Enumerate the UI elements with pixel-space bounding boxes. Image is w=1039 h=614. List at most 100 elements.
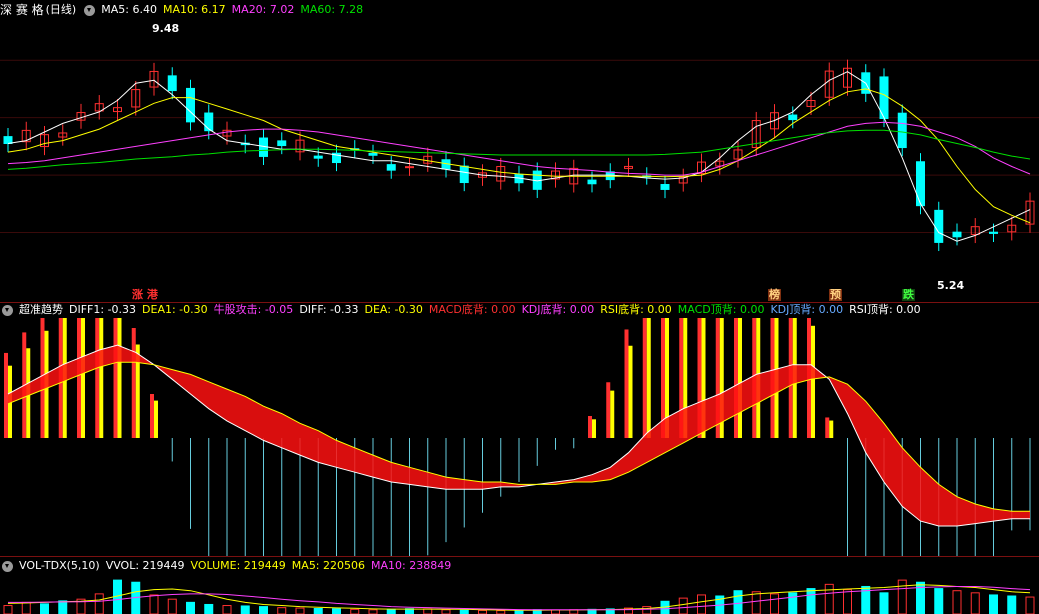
panel-separator (0, 556, 1039, 557)
volume-bar (58, 600, 68, 614)
volume-bar (386, 608, 396, 614)
macd-value-5: MACD底背: 0.00 (428, 303, 516, 316)
volume-bar (514, 609, 524, 614)
signal-zhang-gang: 涨 港 (132, 288, 158, 301)
macd-chart[interactable] (0, 318, 1039, 556)
macd-bar (131, 328, 136, 438)
volume-bar (989, 594, 998, 614)
macd-title[interactable]: 超准趋势 (19, 303, 63, 317)
macd-value-0: DIFF1: -0.33 (69, 303, 137, 316)
candle-body (916, 161, 925, 207)
macd-value-9: KDJ顶背: 0.00 (770, 303, 844, 316)
macd-bar (829, 420, 834, 438)
macd-value-4: DEA: -0.30 (364, 303, 423, 316)
candle-body (989, 231, 998, 234)
volume-bar (824, 583, 834, 614)
macd-bar (150, 394, 154, 438)
signal-yu: 预 (829, 288, 842, 301)
macd-value-7: RSI底背: 0.00 (600, 303, 672, 316)
macd-bar (738, 318, 742, 438)
candle-body (186, 87, 195, 123)
volume-bar (952, 590, 962, 614)
volume-bar (240, 605, 250, 614)
volume-bar (423, 608, 433, 614)
volume-bar (3, 605, 13, 614)
candle-body (897, 112, 907, 149)
volume-bar (478, 609, 487, 614)
volume-bar (295, 607, 305, 614)
volume-bar (770, 593, 779, 614)
ma-line-ma5 (7, 71, 1031, 242)
macd-bar (592, 419, 596, 438)
volume-bar (551, 609, 560, 614)
volume-bar (678, 597, 688, 614)
candle-body (788, 114, 798, 121)
macd-bar (95, 318, 100, 438)
macd-bar (811, 325, 815, 438)
macd-bar (610, 390, 615, 438)
volume-bar (806, 588, 816, 614)
volume-chart[interactable] (0, 576, 1039, 614)
macd-bar (624, 329, 629, 438)
macd-bar (734, 318, 738, 438)
vol-value-2: MA5: 220506 (291, 559, 366, 572)
volume-bar (733, 590, 743, 614)
macd-bar (628, 345, 633, 438)
low-price-label: 5.24 (937, 279, 965, 292)
macd-legend: DIFF1: -0.33 DEA1: -0.30 牛股攻击: -0.05 DIFF: … (69, 303, 921, 317)
vol-dropdown-icon[interactable] (2, 560, 13, 572)
volume-bar (697, 594, 706, 614)
macd-value-6: KDJ底背: 0.00 (521, 303, 595, 316)
volume-bar (879, 592, 889, 614)
volume-bar (350, 608, 360, 614)
candle-body (952, 231, 962, 238)
candle-body (204, 112, 214, 132)
macd-bar (4, 352, 8, 438)
trend-ribbon (8, 345, 1030, 526)
volume-bar (897, 579, 907, 614)
candle-body (277, 140, 287, 147)
volume-bar (642, 606, 652, 614)
volume-bar (149, 594, 159, 614)
candle-body (587, 179, 597, 185)
candle-body (405, 166, 414, 169)
ma-line-ma10 (7, 88, 1031, 224)
volume-bar (332, 608, 341, 614)
volume-bar (313, 607, 323, 614)
volume-bar (970, 592, 980, 614)
volume-bar (204, 603, 214, 614)
volume-bar (843, 589, 852, 614)
indicator-dropdown-icon[interactable] (2, 304, 13, 316)
price-chart[interactable] (0, 0, 1039, 300)
macd-panel-header: 超准趋势 DIFF1: -0.33 DEA1: -0.30 牛股攻击: -0.05 D… (0, 303, 921, 317)
volume-bar (751, 591, 761, 614)
macd-value-2: 牛股攻击: -0.05 (213, 303, 294, 316)
macd-bar (642, 318, 647, 438)
macd-value-1: DEA1: -0.30 (142, 303, 208, 316)
candle-body (313, 155, 323, 159)
high-price-label: 9.48 (152, 22, 180, 35)
candle-body (3, 136, 13, 145)
volume-bar (1025, 596, 1035, 614)
vol-ma-line-ma5 (7, 584, 1031, 611)
volume-bar (1007, 595, 1017, 614)
candle-body (459, 165, 469, 184)
volume-bar (21, 601, 31, 614)
signal-bang: 榜 (768, 288, 781, 301)
volume-bar (368, 609, 378, 614)
candle-body (660, 184, 670, 190)
macd-bar (117, 318, 122, 438)
vol-title[interactable]: VOL-TDX(5,10) (19, 559, 100, 573)
macd-bar (154, 400, 158, 438)
vol-value-0: VVOL: 219449 (105, 559, 185, 572)
macd-value-10: RSI顶背: 0.00 (849, 303, 921, 316)
volume-bar (788, 592, 798, 614)
macd-bar (825, 417, 830, 438)
macd-bar (99, 318, 104, 438)
vol-ma-line-ma10 (8, 586, 1031, 611)
signal-die: 跌 (902, 288, 915, 301)
candle-body (368, 152, 378, 156)
volume-bar (496, 610, 506, 614)
volume-bar (934, 588, 944, 614)
volume-bar (167, 598, 177, 614)
